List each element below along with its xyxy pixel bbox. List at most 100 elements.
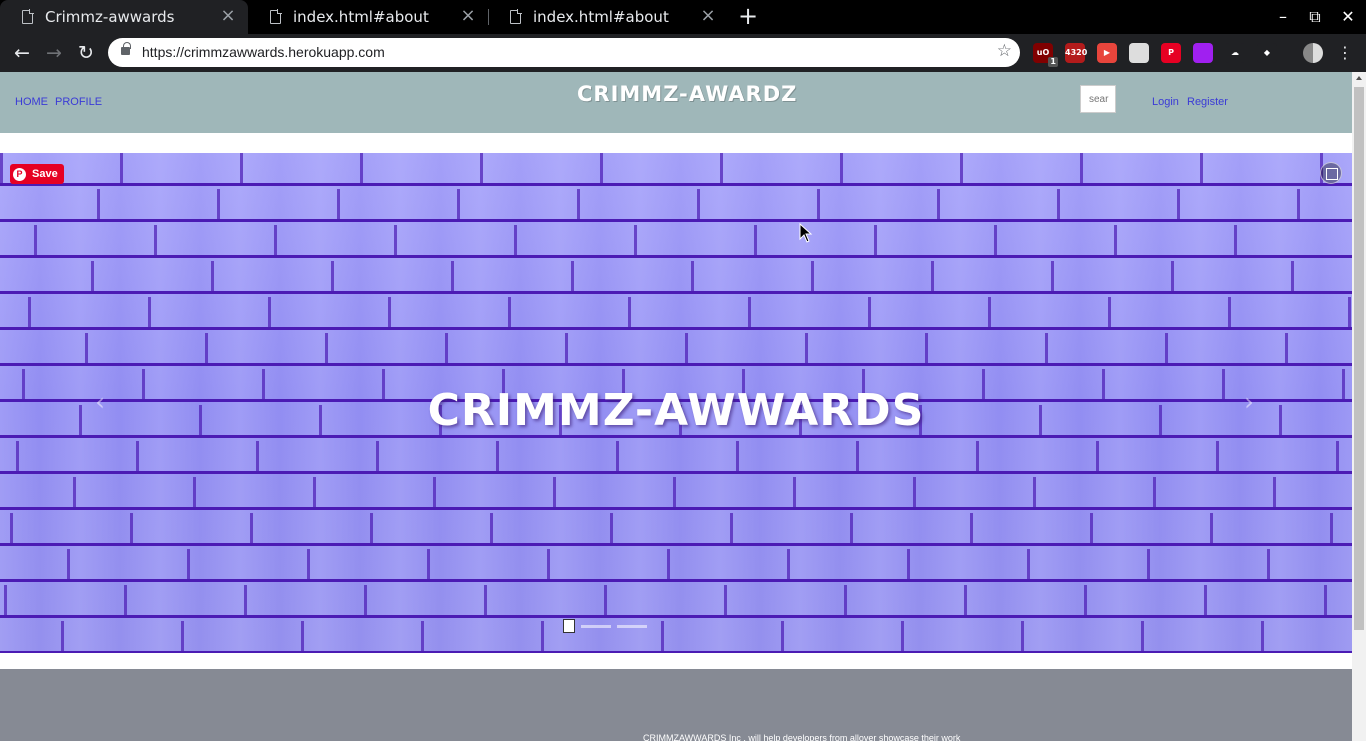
menu-icon[interactable]: ⋮ (1331, 39, 1359, 67)
brick-joint (370, 513, 373, 543)
brick-joint (1336, 441, 1339, 471)
carousel-indicator-3[interactable] (617, 624, 647, 628)
login-link[interactable]: Login (1152, 96, 1179, 108)
brick-joint (868, 297, 871, 327)
brick-joint (937, 189, 940, 219)
brick-joint (541, 621, 544, 651)
tab-index-about-1[interactable]: index.html#about × (248, 0, 488, 34)
ublock-icon[interactable]: uO 1 (1033, 43, 1058, 67)
brick-joint (547, 549, 550, 579)
brick-joint (616, 441, 619, 471)
brick-joint (577, 189, 580, 219)
brick-joint (1267, 549, 1270, 579)
url-text[interactable]: https://crimmzawwards.herokuapp.com (142, 44, 385, 60)
brick-joint (960, 153, 963, 183)
brick-joint (274, 225, 277, 255)
carousel-indicator-2[interactable] (581, 624, 611, 628)
tab-title: index.html#about (533, 8, 669, 26)
brick-joint (1084, 585, 1087, 615)
nav-home-link[interactable]: HOME (15, 96, 48, 108)
lock-icon[interactable] (121, 42, 131, 55)
brick-joint (10, 513, 13, 543)
address-bar[interactable]: https://crimmzawwards.herokuapp.com ☆ (108, 38, 1020, 67)
minimize-icon[interactable]: – (1271, 5, 1295, 29)
cloud-extension-icon[interactable]: ☁ (1225, 43, 1245, 63)
brick-joint (514, 225, 517, 255)
brick-joint (748, 297, 751, 327)
scrollbar-thumb[interactable] (1354, 87, 1364, 630)
brick-joint (970, 513, 973, 543)
brick-joint (1261, 621, 1264, 651)
brick-joint (211, 261, 214, 291)
brick-joint (508, 297, 511, 327)
expand-icon[interactable] (1320, 162, 1342, 184)
carousel-indicators (563, 618, 647, 634)
brick-joint (661, 621, 664, 651)
register-link[interactable]: Register (1187, 96, 1228, 108)
tab-crimmz-awwards[interactable]: Crimmz-awwards × (0, 0, 248, 34)
tab-title: index.html#about (293, 8, 429, 26)
brick-joint (376, 441, 379, 471)
brick-joint (1114, 225, 1117, 255)
brick-joint (610, 513, 613, 543)
brick-joint (85, 333, 88, 363)
save-label: Save (32, 168, 58, 180)
back-icon[interactable]: ← (8, 39, 36, 67)
brick-joint (1210, 513, 1213, 543)
profile-avatar-icon[interactable] (1303, 43, 1323, 63)
brick-joint (565, 333, 568, 363)
brick-joint (724, 585, 727, 615)
brick-joint (1057, 189, 1060, 219)
counter-extension-icon[interactable]: 4320 (1065, 43, 1087, 63)
brick-joint (976, 441, 979, 471)
browser-toolbar: ← → ↻ https://crimmzawwards.herokuapp.co… (0, 34, 1366, 72)
pinterest-save-button[interactable]: P Save (10, 164, 64, 184)
brick-joint (136, 441, 139, 471)
grid-extension-icon[interactable] (1129, 43, 1149, 63)
tab-title: Crimmz-awwards (45, 8, 175, 26)
brick-joint (256, 441, 259, 471)
brick-joint (301, 621, 304, 651)
brick-joint (964, 585, 967, 615)
brick-joint (856, 441, 859, 471)
brick-joint (28, 297, 31, 327)
brick-joint (1171, 261, 1174, 291)
close-tab-icon[interactable]: × (700, 7, 716, 25)
brick-joint (1330, 513, 1333, 543)
video-extension-icon[interactable]: ▶ (1097, 43, 1117, 63)
brick-joint (1177, 189, 1180, 219)
close-window-icon[interactable]: ✕ (1336, 5, 1360, 29)
brick-joint (913, 477, 916, 507)
extension-badge: 1 (1048, 57, 1058, 67)
brick-joint (490, 513, 493, 543)
brick-joint (628, 297, 631, 327)
site-brand[interactable]: CRIMMZ-AWARDZ (577, 82, 797, 106)
search-input[interactable] (1080, 85, 1116, 113)
carousel-indicator-1[interactable] (563, 619, 575, 633)
brick-joint (604, 585, 607, 615)
plus-icon[interactable]: + (736, 4, 760, 29)
brick-joint (840, 153, 843, 183)
close-tab-icon[interactable]: × (460, 7, 476, 25)
scroll-up-arrow-icon[interactable] (1356, 76, 1362, 80)
close-tab-icon[interactable]: × (220, 7, 236, 25)
forward-icon[interactable]: → (40, 39, 68, 67)
pinterest-icon[interactable]: P (1161, 43, 1181, 63)
reload-icon[interactable]: ↻ (72, 39, 100, 67)
purple-square-extension-icon[interactable] (1193, 43, 1213, 63)
brick-joint (1228, 297, 1231, 327)
brick-joint (360, 153, 363, 183)
tab-index-about-2[interactable]: index.html#about × (488, 0, 728, 34)
brick-joint (331, 261, 334, 291)
cube-extension-icon[interactable]: ◆ (1257, 43, 1277, 63)
restore-icon[interactable]: ⧉ (1303, 5, 1327, 29)
bookmark-star-icon[interactable]: ☆ (997, 41, 1012, 61)
brick-joint (244, 585, 247, 615)
page-scrollbar[interactable] (1352, 72, 1366, 741)
brick-joint (120, 153, 123, 183)
brick-joint (1033, 477, 1036, 507)
brick-joint (720, 153, 723, 183)
brick-joint (673, 477, 676, 507)
nav-profile-link[interactable]: PROFILE (55, 96, 102, 108)
brick-joint (0, 153, 3, 183)
